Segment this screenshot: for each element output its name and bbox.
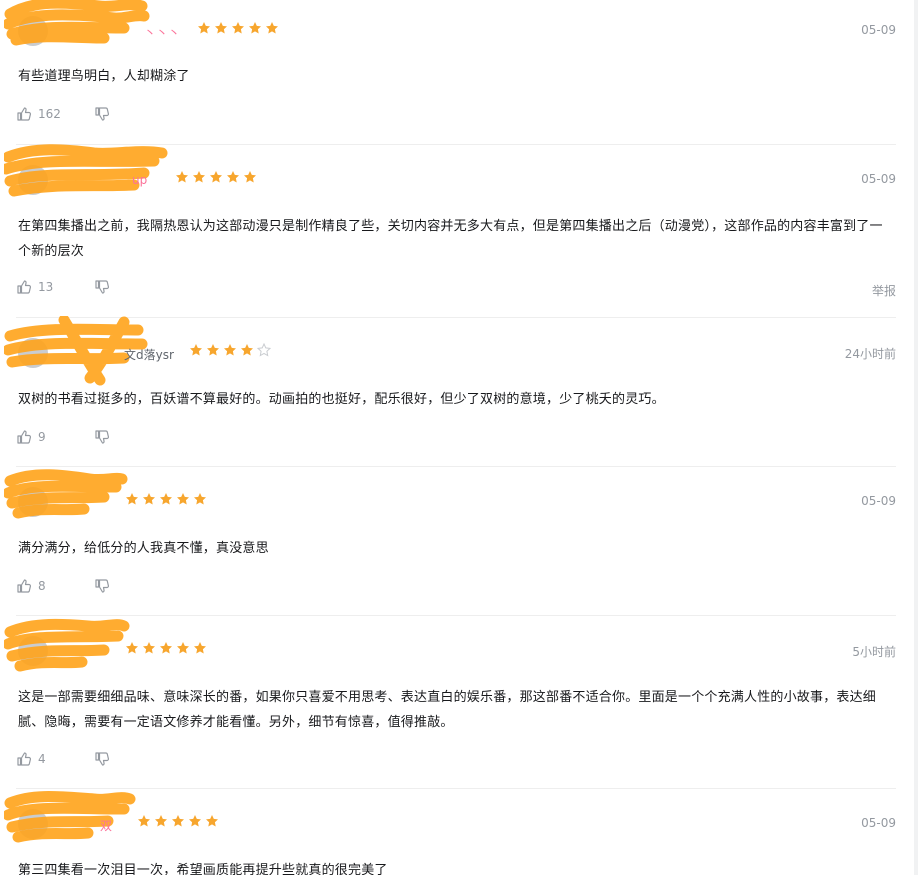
review-item: 丶丶丶 05-09 有些道理鸟明白，人却糊涂了 162 xyxy=(4,0,898,121)
star-filled-icon xyxy=(227,171,239,183)
dislike-button[interactable] xyxy=(94,751,110,767)
username[interactable]: 双 xyxy=(100,817,112,834)
star-filled-icon xyxy=(177,493,189,505)
review-item: up 05-09 在第四集播出之前，我隔热恩认为这部动漫只是制作精良了些，关切内… xyxy=(4,144,898,298)
star-filled-icon xyxy=(143,642,155,654)
star-filled-icon xyxy=(210,171,222,183)
star-filled-icon xyxy=(138,815,150,827)
thumbs-down-icon xyxy=(94,106,110,122)
thumbs-down-icon xyxy=(94,429,110,445)
avatar[interactable] xyxy=(18,16,48,46)
review-item: 05-09 满分满分，给低分的人我真不懂，真没意思 8 xyxy=(4,469,898,593)
divider xyxy=(16,466,896,467)
rating-stars xyxy=(125,641,207,657)
username[interactable]: up xyxy=(132,173,147,187)
thumbs-up-icon xyxy=(16,578,32,594)
star-empty-icon xyxy=(257,343,271,357)
star-filled-icon xyxy=(266,22,278,34)
thumbs-down-icon xyxy=(94,751,110,767)
review-content: 第三四集看一次泪目一次，希望画质能再提升些就真的很完美了 xyxy=(18,863,388,875)
avatar[interactable] xyxy=(18,338,48,368)
star-filled-icon xyxy=(249,22,261,34)
divider xyxy=(16,615,896,616)
like-button[interactable]: 8 xyxy=(16,578,94,594)
review-date: 5小时前 xyxy=(852,645,896,659)
star-filled-icon xyxy=(207,344,219,356)
rating-stars xyxy=(137,814,219,830)
avatar[interactable] xyxy=(18,636,48,666)
review-item: 双 05-09 第三四集看一次泪目一次，希望画质能再提升些就真的很完美了 xyxy=(4,791,898,875)
star-filled-icon xyxy=(126,642,138,654)
like-count: 4 xyxy=(38,752,46,766)
rating-stars xyxy=(125,492,207,508)
like-button[interactable]: 9 xyxy=(16,429,94,445)
avatar[interactable] xyxy=(18,165,48,195)
review-date: 24小时前 xyxy=(844,347,896,361)
star-filled-icon xyxy=(176,171,188,183)
like-count: 13 xyxy=(38,280,54,294)
star-filled-icon xyxy=(244,171,256,183)
star-filled-icon xyxy=(190,344,202,356)
star-filled-icon xyxy=(126,493,138,505)
star-filled-icon xyxy=(160,493,172,505)
star-filled-icon xyxy=(189,815,201,827)
thumbs-up-icon xyxy=(16,106,32,122)
review-content: 双树的书看过挺多的，百妖谱不算最好的。动画拍的也挺好，配乐很好，但少了双树的意境… xyxy=(18,392,665,407)
star-filled-icon xyxy=(224,344,236,356)
username[interactable]: 文d落ysr xyxy=(124,346,174,363)
dislike-button[interactable] xyxy=(94,106,110,122)
like-button[interactable]: 4 xyxy=(16,751,94,767)
dislike-button[interactable] xyxy=(94,578,110,594)
star-filled-icon xyxy=(198,22,210,34)
star-filled-icon xyxy=(206,815,218,827)
star-filled-icon xyxy=(155,815,167,827)
avatar[interactable] xyxy=(18,809,48,839)
thumbs-up-icon xyxy=(16,751,32,767)
like-button[interactable]: 162 xyxy=(16,106,94,122)
dislike-button[interactable] xyxy=(94,429,110,445)
star-filled-icon xyxy=(160,642,172,654)
review-date: 05-09 xyxy=(861,816,896,830)
star-filled-icon xyxy=(177,642,189,654)
like-count: 8 xyxy=(38,579,46,593)
avatar[interactable] xyxy=(18,487,48,517)
like-count: 9 xyxy=(38,430,46,444)
star-filled-icon xyxy=(172,815,184,827)
review-date: 05-09 xyxy=(861,172,896,186)
review-item: 5小时前 这是一部需要细细品味、意味深长的番，如果你只喜爱不用思考、表达直白的娱… xyxy=(4,618,898,766)
thumbs-down-icon xyxy=(94,578,110,594)
star-filled-icon xyxy=(193,171,205,183)
report-button[interactable]: 举报 xyxy=(872,282,896,299)
dislike-button[interactable] xyxy=(94,279,110,295)
review-content: 满分满分，给低分的人我真不懂，真没意思 xyxy=(18,541,269,556)
star-filled-icon xyxy=(215,22,227,34)
reviews-page: 丶丶丶 05-09 有些道理鸟明白，人却糊涂了 162 up 05-09 在第四… xyxy=(0,0,920,875)
divider xyxy=(16,144,896,145)
divider xyxy=(16,788,896,789)
rating-stars xyxy=(197,21,279,37)
review-date: 05-09 xyxy=(861,494,896,508)
like-count: 162 xyxy=(38,107,61,121)
star-filled-icon xyxy=(194,642,206,654)
like-button[interactable]: 13 xyxy=(16,279,94,295)
review-content: 这是一部需要细细品味、意味深长的番，如果你只喜爱不用思考、表达直白的娱乐番，那这… xyxy=(18,690,877,730)
username[interactable]: 丶丶丶 xyxy=(144,24,180,41)
review-content: 在第四集播出之前，我隔热恩认为这部动漫只是制作精良了些，关切内容并无多大有点，但… xyxy=(18,219,883,259)
star-filled-icon xyxy=(194,493,206,505)
rating-stars xyxy=(189,343,271,359)
review-content: 有些道理鸟明白，人却糊涂了 xyxy=(18,69,190,84)
thumbs-up-icon xyxy=(16,279,32,295)
thumbs-down-icon xyxy=(94,279,110,295)
star-filled-icon xyxy=(143,493,155,505)
rating-stars xyxy=(175,170,257,186)
divider xyxy=(16,317,896,318)
review-date: 05-09 xyxy=(861,23,896,37)
review-item: 文d落ysr 24小时前 双树的书看过挺多的，百妖谱不算最好的。动画拍的也挺好，… xyxy=(4,316,898,444)
star-filled-icon xyxy=(232,22,244,34)
star-filled-icon xyxy=(241,344,253,356)
scrollbar[interactable] xyxy=(914,0,918,875)
thumbs-up-icon xyxy=(16,429,32,445)
